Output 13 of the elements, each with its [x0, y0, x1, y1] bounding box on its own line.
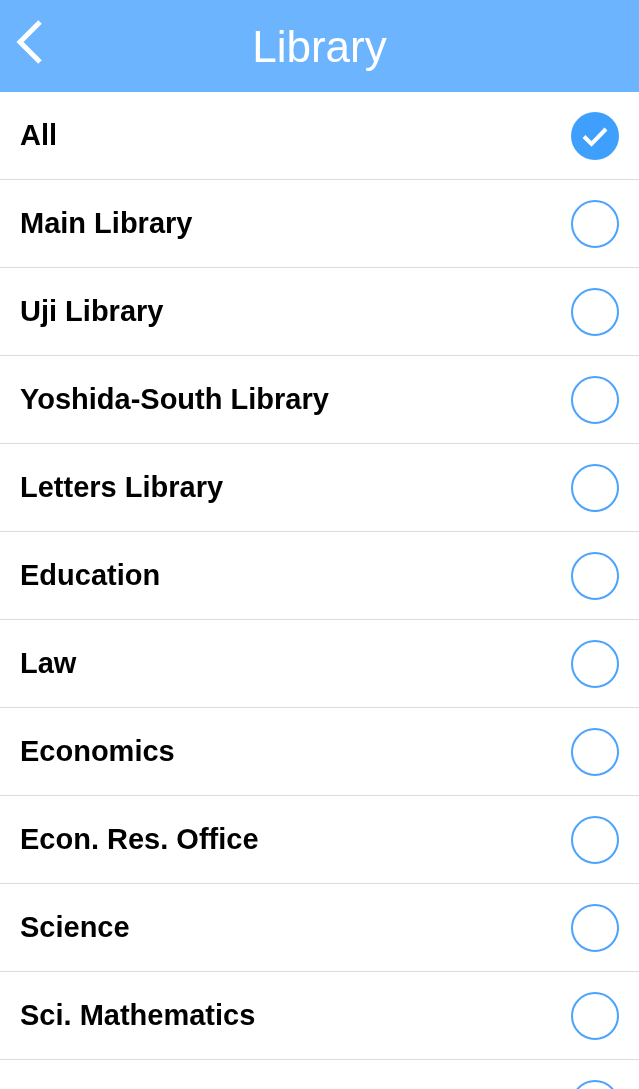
library-option[interactable]: Letters Library: [0, 444, 639, 532]
library-option[interactable]: All: [0, 92, 639, 180]
back-chevron-icon: [16, 20, 44, 64]
library-option[interactable]: Econ. Res. Office: [0, 796, 639, 884]
library-option[interactable]: Economics: [0, 708, 639, 796]
library-option[interactable]: Sci. Mathematics: [0, 972, 639, 1060]
library-option[interactable]: Main Library: [0, 180, 639, 268]
library-option[interactable]: Science: [0, 884, 639, 972]
screen-title: Library: [252, 25, 387, 69]
library-option[interactable]: Yoshida-South Library: [0, 356, 639, 444]
library-option[interactable]: Education: [0, 532, 639, 620]
library-option[interactable]: Law: [0, 620, 639, 708]
library-option[interactable]: Uji Library: [0, 268, 639, 356]
